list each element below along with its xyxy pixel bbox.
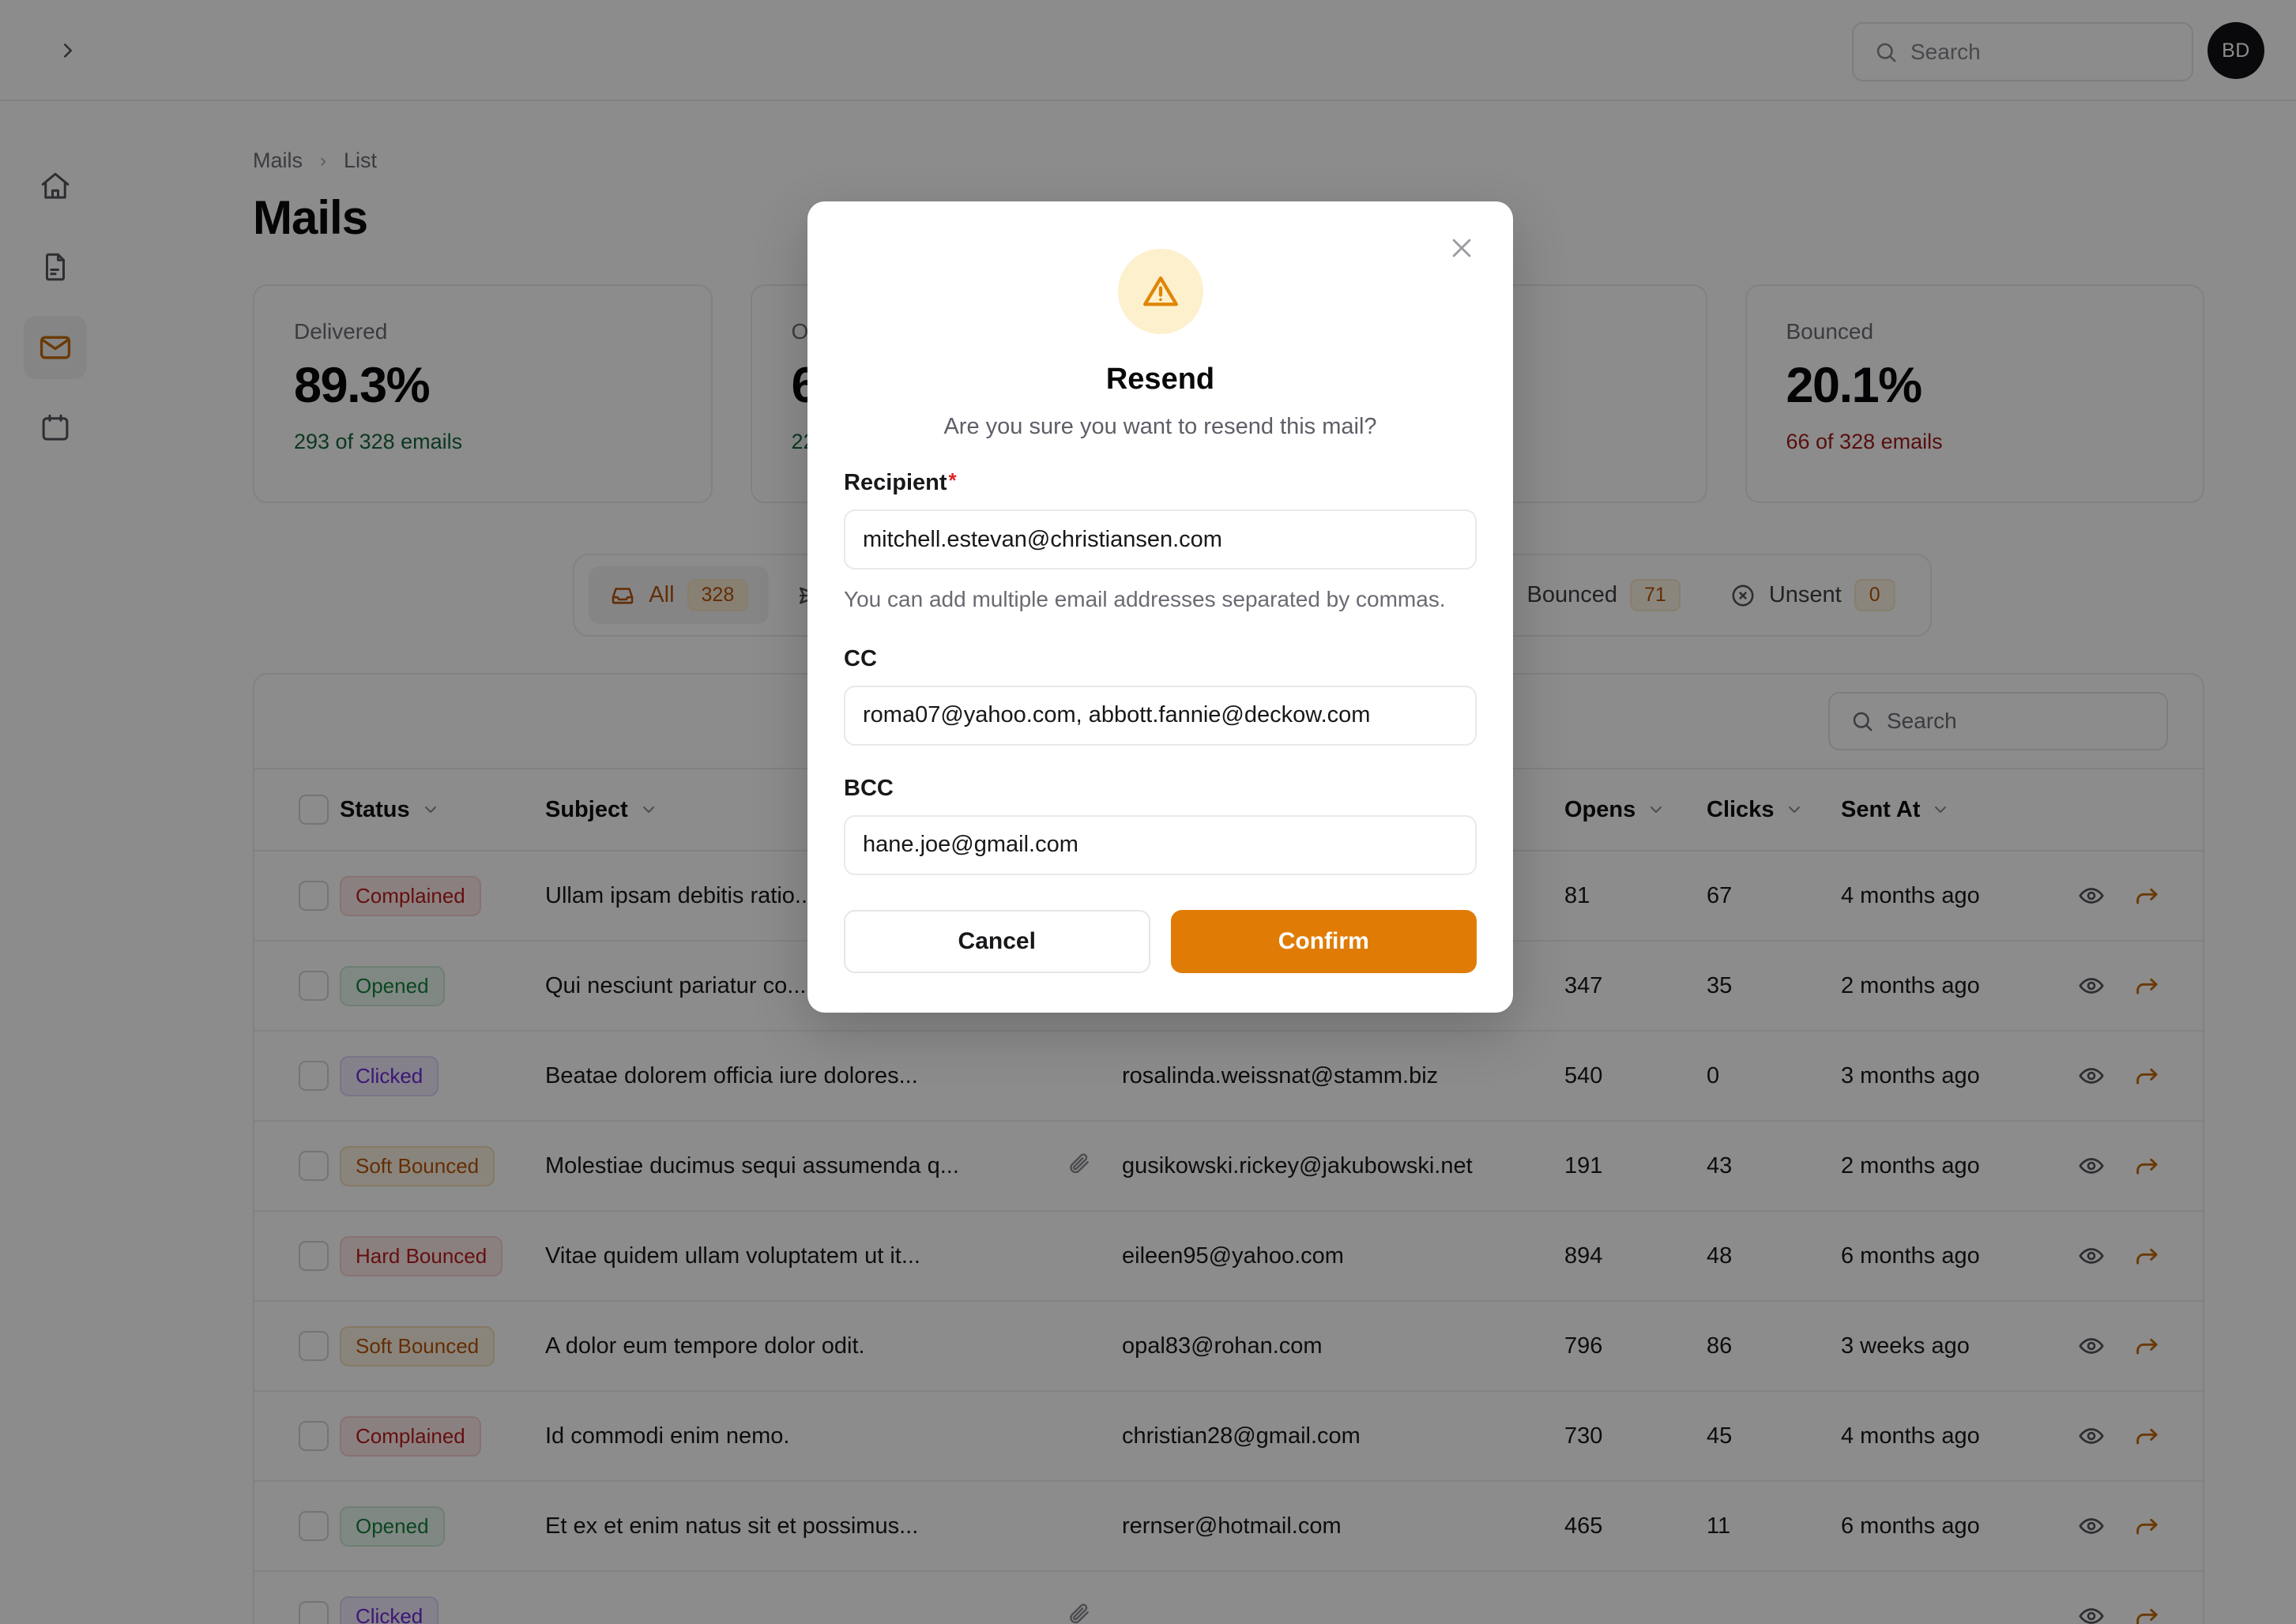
warning-badge [1117, 249, 1203, 334]
recipient-hint: You can add multiple email addresses sep… [844, 587, 1446, 611]
app-root: Search BD Mails › List Mails Delivered 8… [0, 0, 2296, 1624]
recipient-label: Recipient * [844, 470, 957, 496]
modal-actions: Cancel Confirm [844, 909, 1477, 973]
bcc-label-text: BCC [844, 775, 894, 801]
warning-triangle-icon [1142, 276, 1178, 306]
bcc-label: BCC [844, 776, 894, 802]
recipient-field-group: Recipient * You can add multiple email a… [844, 470, 1477, 616]
close-modal-button[interactable] [1439, 225, 1485, 271]
cc-input[interactable] [844, 685, 1477, 746]
modal-title: Resend [1105, 363, 1215, 396]
confirm-button[interactable]: Confirm [1170, 909, 1477, 973]
modal-subtitle: Are you sure you want to resend this mai… [943, 414, 1377, 439]
cc-label: CC [844, 646, 877, 672]
bcc-field-group: BCC [844, 776, 1477, 875]
resend-modal: Resend Are you sure you want to resend t… [807, 201, 1513, 1013]
recipient-label-text: Recipient [844, 470, 947, 495]
cc-label-text: CC [844, 645, 877, 671]
cc-field-group: CC [844, 646, 1477, 746]
cancel-button[interactable]: Cancel [844, 909, 1150, 973]
bcc-input[interactable] [844, 814, 1477, 875]
recipient-input[interactable] [844, 509, 1477, 570]
close-icon [1452, 239, 1471, 258]
required-marker: * [948, 468, 957, 492]
